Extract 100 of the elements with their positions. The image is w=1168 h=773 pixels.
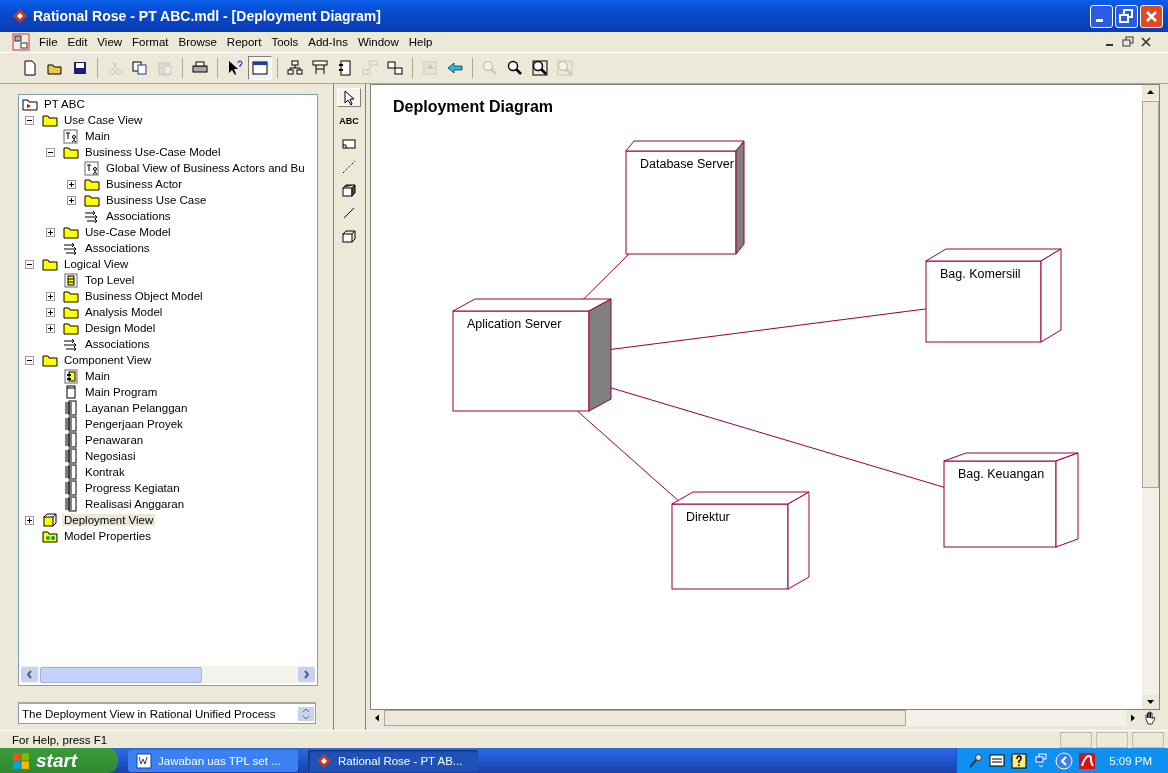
tree-item[interactable]: Pengerjaan Proyek — [83, 418, 185, 430]
tree-item[interactable]: Business Use Case — [104, 194, 209, 206]
tree-item[interactable]: Associations — [83, 338, 152, 350]
taskbar-button[interactable]: Jawaban uas TPL set ... — [128, 749, 298, 772]
menu-item[interactable]: Format — [127, 36, 174, 48]
scrollbar-thumb[interactable] — [384, 710, 906, 726]
menu-item[interactable]: Add-Ins — [303, 36, 353, 48]
node-label: Database Server — [640, 157, 734, 171]
help-icon[interactable] — [1011, 752, 1028, 769]
tree-item[interactable]: Business Object Model — [83, 290, 205, 302]
hand-icon[interactable] — [1142, 710, 1158, 726]
expander-icon[interactable] — [67, 195, 76, 205]
module-icon — [63, 400, 79, 416]
expander-icon[interactable] — [25, 115, 34, 125]
documentation-field[interactable]: The Deployment View in Rational Unified Process — [18, 702, 316, 724]
expander-icon[interactable] — [25, 515, 34, 525]
tree-item[interactable]: Design Model — [83, 322, 158, 334]
tree-item[interactable]: Negosiasi — [83, 450, 138, 462]
tree-item[interactable]: Layanan Pelanggan — [83, 402, 190, 414]
diamond-icon — [316, 752, 332, 769]
horizontal-scrollbar[interactable] — [21, 666, 315, 683]
taskbar-button[interactable]: Rational Rose - PT AB... — [308, 749, 478, 772]
menu-item[interactable]: Window — [352, 36, 404, 48]
scrollbar-thumb[interactable] — [40, 666, 202, 683]
folder-icon — [63, 304, 79, 320]
tree-item[interactable]: Associations — [83, 242, 152, 254]
start-button[interactable]: start — [0, 748, 118, 773]
module-icon — [63, 464, 79, 480]
tree-item[interactable]: Business Use-Case Model — [83, 146, 223, 158]
menu-item[interactable]: Tools — [266, 36, 304, 48]
tree-item[interactable]: Component View — [62, 354, 154, 366]
window-icon[interactable] — [248, 56, 272, 80]
menu-item[interactable]: Report — [221, 36, 267, 48]
tree-item[interactable]: Main — [83, 370, 112, 382]
network-icon[interactable] — [1033, 752, 1050, 769]
module-icon — [63, 448, 79, 464]
scroll-down-icon[interactable] — [1142, 695, 1159, 709]
tree-item[interactable]: Progress Kegiatan — [83, 482, 182, 494]
tree-item[interactable]: Use Case View — [62, 114, 145, 126]
folder-icon — [84, 192, 100, 208]
pointer-icon[interactable] — [337, 88, 361, 107]
menu-item[interactable]: Help — [403, 36, 438, 48]
expander-icon[interactable] — [46, 147, 55, 157]
folder-icon — [63, 288, 79, 304]
umbrella-icon[interactable] — [1079, 752, 1096, 769]
tree-item[interactable]: Realisasi Anggaran — [83, 498, 187, 510]
node-label: Aplication Server — [467, 317, 562, 331]
status-pane — [1132, 731, 1164, 748]
text-tool[interactable]: ABC — [337, 111, 361, 130]
tree-item[interactable]: Associations — [104, 210, 173, 222]
chevron-icon[interactable] — [1055, 751, 1074, 770]
component-icon — [63, 368, 79, 384]
tree-item[interactable]: Top Level — [83, 274, 137, 286]
module-icon — [63, 480, 79, 496]
menu-item[interactable]: Edit — [62, 36, 93, 48]
tree-item[interactable]: Deployment View — [62, 514, 156, 526]
clock: 5:09 PM — [1109, 754, 1152, 767]
menu-item[interactable]: File — [34, 36, 63, 48]
expander-icon[interactable] — [67, 179, 76, 189]
close-button[interactable] — [1140, 4, 1163, 28]
tree-item[interactable]: Global View of Business Actors and Bu — [104, 162, 307, 174]
tree-item[interactable]: Logical View — [62, 258, 131, 270]
diamond-icon — [12, 8, 28, 24]
tree-item[interactable]: Use-Case Model — [83, 226, 173, 238]
scrollbar-thumb[interactable] — [1142, 101, 1159, 488]
menu-item[interactable]: View — [92, 36, 128, 48]
spinner-icon[interactable] — [298, 706, 314, 721]
vertical-scrollbar[interactable] — [1142, 85, 1159, 709]
expander-icon[interactable] — [25, 355, 34, 365]
scroll-up-icon[interactable] — [1142, 85, 1159, 99]
module-icon — [63, 416, 79, 432]
minimize-icon — [1096, 18, 1103, 22]
tree-item[interactable]: Analysis Model — [83, 306, 165, 318]
tree-item[interactable]: Main — [83, 130, 112, 142]
properties-icon — [42, 528, 58, 544]
keyboard-icon[interactable] — [989, 752, 1006, 769]
restore-button[interactable] — [1115, 4, 1138, 28]
tree-item[interactable]: Main Program — [83, 386, 160, 398]
actor-diagram-icon — [84, 160, 100, 176]
expander-icon[interactable] — [46, 323, 55, 333]
tree-item[interactable]: Kontrak — [83, 466, 127, 478]
actor-diagram-icon — [63, 128, 79, 144]
node-label: Direktur — [686, 510, 730, 524]
module-icon — [63, 432, 79, 448]
expander-icon[interactable] — [46, 291, 55, 301]
microphone-icon[interactable] — [967, 752, 984, 769]
menu-item[interactable]: Browse — [173, 36, 222, 48]
restore-icon[interactable] — [1122, 36, 1134, 48]
expander-icon[interactable] — [46, 227, 55, 237]
node-label: Bag. Komersiil — [940, 267, 1021, 281]
minimize-button[interactable] — [1090, 4, 1113, 28]
tree-item[interactable]: Model Properties — [62, 530, 153, 542]
tree-item[interactable]: Penawaran — [83, 434, 146, 446]
expander-icon[interactable] — [25, 259, 34, 269]
folder-icon — [63, 144, 79, 160]
tree-item[interactable]: Business Actor — [104, 178, 185, 190]
tree-item[interactable]: PT ABC — [42, 98, 87, 110]
close-icon[interactable] — [1140, 36, 1152, 48]
arrows-icon — [63, 336, 79, 352]
expander-icon[interactable] — [46, 307, 55, 317]
